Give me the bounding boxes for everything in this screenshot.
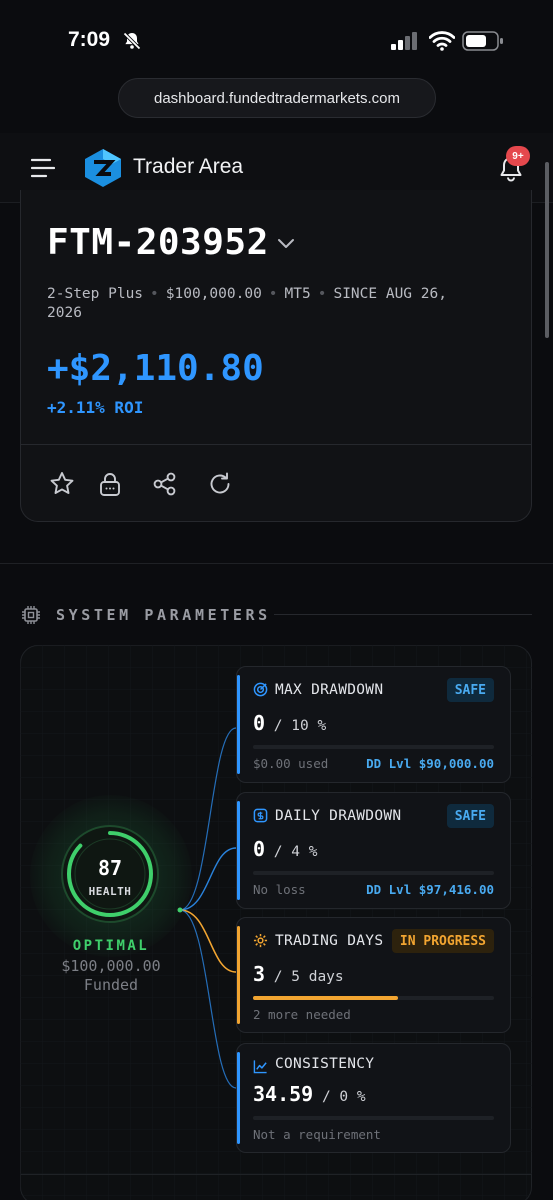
progress-track [253,745,494,749]
account-meta: 2-Step Plus • $100,000.00 • MT5 • SINCE AUG 26… [47,286,447,321]
status-accent-bar [237,926,240,1024]
page-scrollbar[interactable] [545,162,549,338]
funded-label: Funded [83,976,139,994]
param-limit: 4 % [291,844,318,860]
progress-fill [253,996,398,1000]
status-time: 7:09 [68,28,111,51]
target-icon [253,682,268,697]
param-limit: 5 days [291,969,344,985]
account-size: $100,000.00 [165,286,262,302]
panel-divider [21,1174,531,1175]
param-level: DD Lvl $90,000.00 [366,756,494,771]
param-limit: 0 % [339,1089,366,1105]
status-badge: SAFE [446,804,494,828]
wifi-icon [429,31,455,51]
health-label: HEALTH [88,885,132,898]
share-icon[interactable] [151,470,179,498]
gear-icon [253,933,268,948]
status-accent-bar [237,801,240,900]
param-value: 3 / 5 days [253,962,344,986]
param-current: 0 [253,837,266,861]
address-bar[interactable]: dashboard.fundedtradermarkets.com [118,78,436,118]
divider [21,444,531,445]
status-badge: IN PROGRESS [391,929,494,953]
account-pnl: +$2,110.80 [47,348,264,389]
refresh-icon[interactable] [206,470,234,498]
param-card-consistency[interactable]: CONSISTENCY 34.59 / 0 % Not a requiremen… [236,1043,511,1153]
menu-icon[interactable] [31,157,55,179]
param-card-trading-days[interactable]: TRADING DAYS IN PROGRESS 3 / 5 days 2 mo… [236,917,511,1033]
battery-icon [462,31,503,51]
lock-icon[interactable] [96,470,124,498]
status-badge: SAFE [446,678,494,702]
param-card-daily-drawdown[interactable]: DAILY DRAWDOWN SAFE 0 / 4 % No loss DD L… [236,792,511,909]
account-program: 2-Step Plus [47,286,144,302]
param-level: DD Lvl $97,416.00 [366,882,494,897]
chevron-down-icon[interactable] [277,236,295,250]
param-limit: 10 % [291,718,327,734]
param-value: 0 / 10 % [253,711,327,735]
param-title: TRADING DAYS [275,933,384,949]
param-footer: $0.00 used [253,756,329,771]
param-title: DAILY DRAWDOWN [275,808,402,824]
funded-amount: $100,000.00 [61,957,161,975]
health-score: 87 [97,856,123,880]
section-title-rule [274,614,532,615]
progress-track [253,996,494,1000]
notification-count-badge: 9+ [506,146,530,166]
param-title: CONSISTENCY [275,1056,375,1072]
cellular-signal-icon [391,32,417,50]
section-title: SYSTEM PARAMETERS [56,606,271,624]
account-roi: +2.11% ROI [47,398,144,417]
section-divider [0,563,553,564]
brand-name: Trader Area [133,155,244,178]
dollar-square-icon [253,808,268,823]
progress-track [253,1116,494,1120]
parameter-connectors [177,727,237,1089]
param-current: 0 [253,711,266,735]
brand-logo-icon[interactable] [84,148,122,188]
param-footer: No loss [253,882,306,897]
account-since: SINCE AUG 26, [333,286,447,302]
account-since-year: 2026 [47,305,82,321]
cpu-chip-icon [22,606,40,624]
health-status: OPTIMAL [72,938,150,954]
param-value: 0 / 4 % [253,837,318,861]
param-card-max-drawdown[interactable]: MAX DRAWDOWN SAFE 0 / 10 % $0.00 used DD… [236,666,511,783]
param-footer: 2 more needed [253,1007,351,1022]
status-accent-bar [237,675,240,774]
star-icon[interactable] [48,470,76,498]
param-footer: Not a requirement [253,1127,381,1142]
trend-chart-icon [253,1060,267,1074]
progress-track [253,871,494,875]
param-current: 3 [253,962,266,986]
status-accent-bar [237,1052,240,1144]
account-platform: MT5 [284,286,311,302]
param-title: MAX DRAWDOWN [275,682,384,698]
param-value: 34.59 / 0 % [253,1082,366,1106]
account-id[interactable]: FTM-203952 [47,222,269,263]
bell-slash-icon [123,32,141,50]
param-current: 34.59 [253,1082,314,1106]
